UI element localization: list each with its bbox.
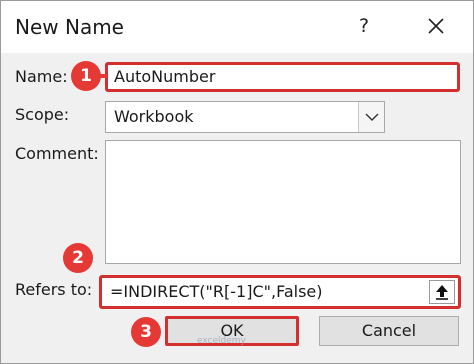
scope-dropdown[interactable]: Workbook [105,101,385,133]
name-input[interactable]: AutoNumber [105,62,460,92]
cancel-button[interactable]: Cancel [319,316,459,346]
close-icon [428,18,444,34]
step-2-badge: 2 [63,243,93,273]
collapse-dialog-button[interactable] [429,280,455,304]
comment-label: Comment: [15,144,99,163]
dialog-title: New Name [15,15,124,39]
new-name-dialog: New Name ? Name: AutoNumber Scope: Workb… [0,0,474,364]
comment-textarea[interactable] [105,140,461,264]
name-label: Name: [15,67,68,86]
chevron-down-icon[interactable] [358,102,384,132]
refers-to-value: =INDIRECT("R[-1]C",False) [110,282,323,301]
scope-value: Workbook [114,107,194,126]
title-bar: New Name ? [1,1,473,53]
scope-label: Scope: [15,105,70,124]
refers-to-input[interactable]: =INDIRECT("R[-1]C",False) [99,275,461,309]
step-1-badge: 1 [71,61,101,91]
upload-arrow-icon [436,285,448,300]
help-button[interactable]: ? [347,9,381,43]
step-3-badge: 3 [131,317,161,347]
close-button[interactable] [419,9,453,43]
watermark-logo: exceldemy [197,336,246,346]
refers-to-label: Refers to: [15,280,93,299]
